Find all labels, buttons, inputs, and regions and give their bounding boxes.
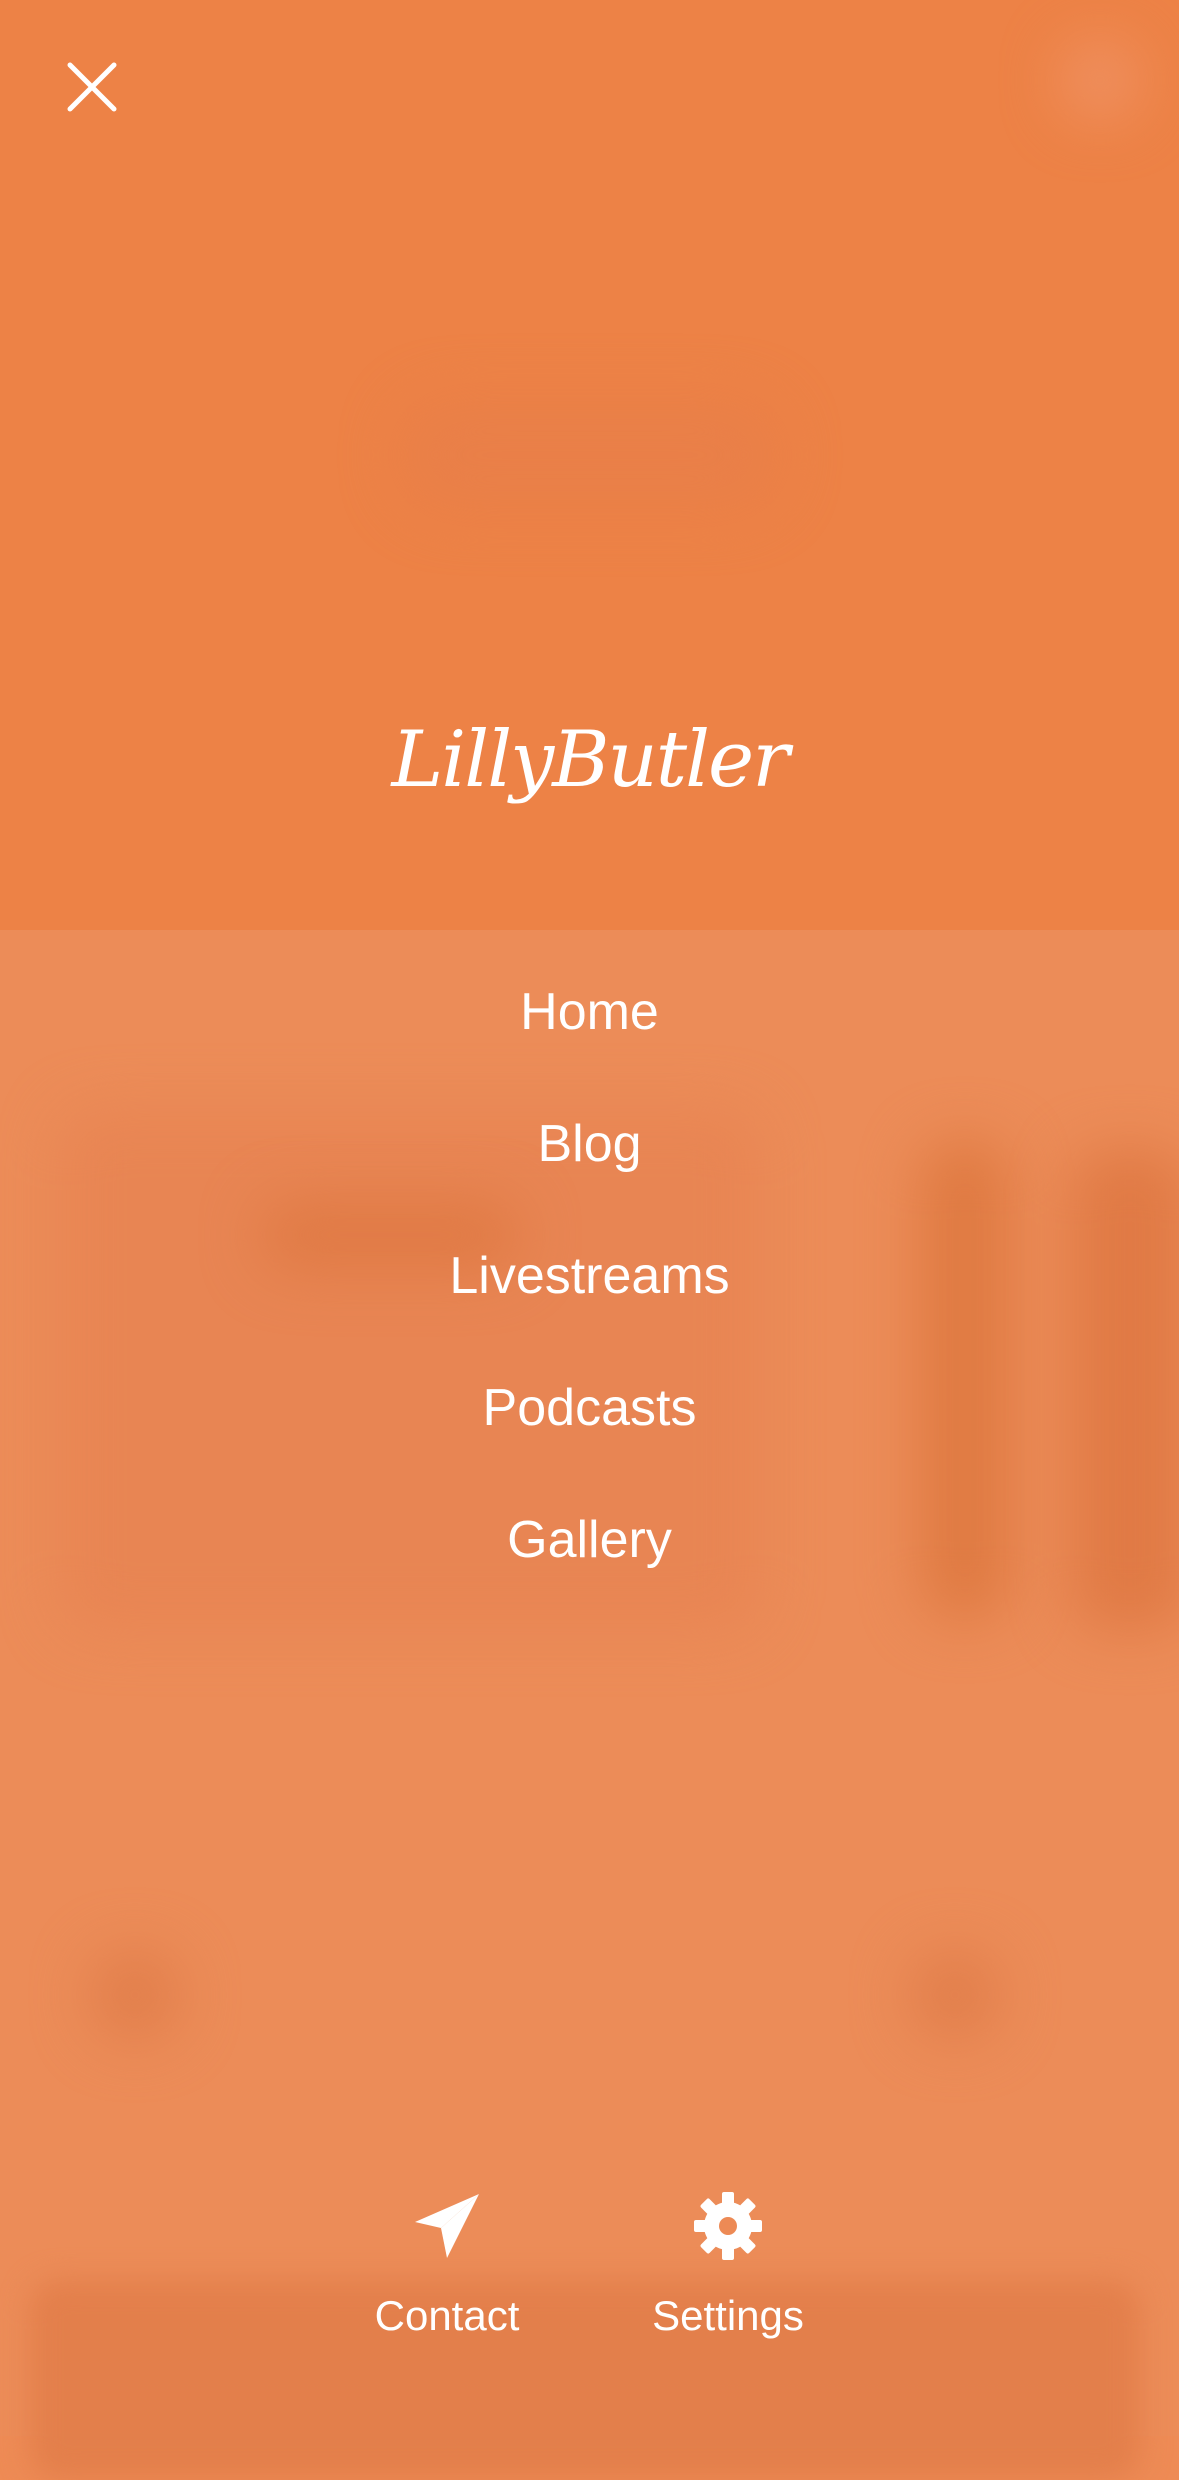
menu-item-home: Home (0, 946, 1179, 1078)
blurred-background-avatar (910, 1950, 1000, 2040)
brand-logo[interactable]: LillyButler (0, 715, 1179, 805)
menu-link-livestreams[interactable]: Livestreams (449, 1246, 729, 1306)
settings-button[interactable]: Settings (608, 2190, 848, 2370)
footer-actions: Contact Settings (0, 2190, 1179, 2390)
menu-item-podcasts: Podcasts (0, 1342, 1179, 1474)
blurred-background-avatar (1060, 40, 1140, 120)
contact-label: Contact (374, 2292, 520, 2339)
settings-label: Settings (652, 2292, 804, 2339)
blurred-background-avatar (90, 1950, 180, 2040)
contact-button[interactable]: Contact (327, 2190, 567, 2370)
paper-plane-icon (415, 2194, 479, 2258)
menu-link-home[interactable]: Home (520, 982, 659, 1042)
menu-link-blog[interactable]: Blog (537, 1114, 641, 1174)
menu-link-podcasts[interactable]: Podcasts (483, 1378, 697, 1438)
menu-link-gallery[interactable]: Gallery (507, 1510, 672, 1570)
gear-icon (694, 2192, 762, 2260)
menu-item-livestreams: Livestreams (0, 1210, 1179, 1342)
close-menu-button[interactable] (60, 55, 124, 119)
blurred-background-shape (400, 400, 780, 510)
menu-item-gallery: Gallery (0, 1474, 1179, 1606)
menu-item-blog: Blog (0, 1078, 1179, 1210)
close-icon (67, 62, 117, 112)
main-menu: Home Blog Livestreams Podcasts Gallery (0, 946, 1179, 1606)
